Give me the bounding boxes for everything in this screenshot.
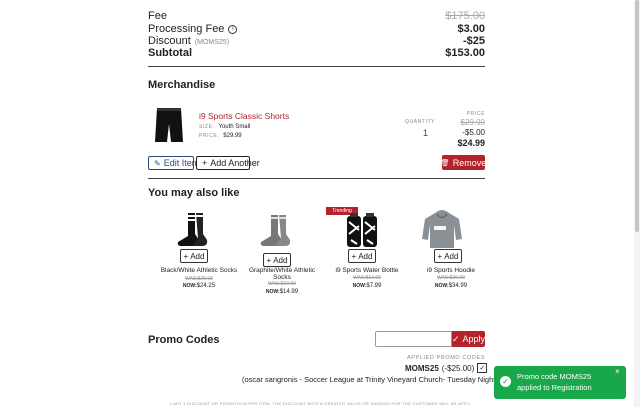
discount-amount: -$5.00 bbox=[462, 128, 485, 137]
product-was-price: WAS:$29.99 bbox=[185, 276, 213, 282]
subtotal-label: Subtotal bbox=[148, 47, 192, 59]
checkbox-icon[interactable]: ✓ bbox=[477, 363, 488, 373]
plus-icon: + bbox=[351, 251, 357, 261]
info-icon[interactable]: i bbox=[228, 24, 238, 34]
product-image[interactable] bbox=[258, 214, 294, 248]
size-label: SIZE: bbox=[199, 124, 215, 130]
discount-value: -$25 bbox=[462, 35, 485, 47]
fee-label: Fee bbox=[148, 10, 167, 22]
product-now-price: NOW:$14.99 bbox=[265, 289, 299, 295]
divider bbox=[148, 66, 485, 67]
plus-icon: + bbox=[266, 255, 272, 265]
product-name: i9 Sports Water Bottle bbox=[335, 267, 399, 274]
discount-row: Discount (MOMS25) bbox=[148, 35, 229, 47]
applied-amount: (-$25.00) bbox=[441, 363, 475, 373]
product-name: Black/White Athletic Socks bbox=[160, 267, 238, 274]
orig-price: $29.99 bbox=[460, 118, 485, 127]
plus-icon: + bbox=[437, 251, 443, 261]
product-was-price: WAS:$19.99 bbox=[268, 281, 296, 287]
size-row: SIZE: Youth Small bbox=[199, 124, 250, 130]
edit-item-button[interactable]: ✎ Edit Item bbox=[148, 156, 199, 170]
quantity-value: 1 bbox=[423, 128, 429, 138]
price-row: PRICE: $29.99 bbox=[199, 133, 242, 139]
add-another-button[interactable]: + Add Another bbox=[196, 156, 260, 170]
add-product-button[interactable]: + Add bbox=[180, 249, 208, 263]
promo-footer-note: LIMIT 1 DISCOUNT OR PROMOTION PER ITEM. … bbox=[170, 401, 470, 406]
product-was-price: WAS:$12.99 bbox=[353, 275, 381, 281]
product-image[interactable] bbox=[345, 212, 379, 248]
price-label: PRICE: bbox=[199, 133, 220, 139]
promo-title: Promo Codes bbox=[148, 334, 220, 346]
subtotal-value: $153.00 bbox=[445, 47, 485, 59]
applied-codes-label: APPLIED PROMO CODES bbox=[406, 355, 485, 361]
apply-button[interactable]: ✓ Apply bbox=[452, 331, 485, 347]
close-icon[interactable]: × bbox=[615, 367, 620, 376]
product-now-price: NOW:$7.99 bbox=[352, 283, 382, 289]
item-name-link[interactable]: i9 Sports Classic Shorts bbox=[199, 111, 289, 121]
product-name: i9 Sports Hoodie bbox=[426, 267, 476, 274]
size-value: Youth Small bbox=[218, 124, 251, 130]
pencil-icon: ✎ bbox=[154, 158, 161, 168]
applied-description: (oscar sangronis - Soccer League at Trin… bbox=[242, 375, 498, 384]
shorts-image[interactable] bbox=[154, 106, 184, 146]
check-icon: ✓ bbox=[451, 333, 460, 344]
price-col-label: PRICE bbox=[466, 111, 485, 117]
product-name: Graphite/White Athletic Socks bbox=[248, 267, 316, 281]
fee-value: $175.00 bbox=[445, 10, 485, 22]
discount-label: Discount bbox=[148, 35, 191, 47]
product-image[interactable] bbox=[174, 212, 210, 248]
merch-title: Merchandise bbox=[148, 79, 216, 91]
recommend-title: You may also like bbox=[148, 187, 240, 199]
scrollbar-thumb[interactable] bbox=[635, 0, 639, 232]
remove-button[interactable]: 🗑 Remove bbox=[440, 155, 486, 170]
check-circle-icon: ✓ bbox=[500, 376, 511, 387]
plus-icon: + bbox=[183, 251, 189, 261]
promo-code-input[interactable] bbox=[375, 331, 452, 347]
processing-fee-row: Processing Fee i bbox=[148, 23, 238, 35]
product-was-price: WAS:$39.99 bbox=[437, 275, 465, 281]
product-now-price: NOW:$34.99 bbox=[434, 283, 468, 289]
product-image[interactable] bbox=[421, 209, 463, 249]
add-product-button[interactable]: + Add bbox=[348, 249, 376, 263]
toast-message: Promo code MOMS25 applied to Registratio… bbox=[517, 372, 592, 392]
scrollbar-track[interactable] bbox=[634, 0, 640, 407]
quantity-label: QUANTITY bbox=[405, 119, 436, 125]
divider bbox=[148, 178, 485, 179]
applied-code: MOMS25 bbox=[405, 363, 439, 373]
final-price: $24.99 bbox=[457, 138, 485, 148]
discount-code: (MOMS25) bbox=[194, 39, 230, 46]
success-toast: ✓ Promo code MOMS25 applied to Registrat… bbox=[494, 366, 626, 399]
product-now-price: NOW:$24.25 bbox=[182, 283, 216, 289]
price-value: $29.99 bbox=[223, 133, 242, 139]
plus-icon: + bbox=[202, 158, 208, 168]
processing-fee-value: $3.00 bbox=[457, 23, 485, 35]
add-product-button[interactable]: + Add bbox=[434, 249, 462, 263]
add-product-button[interactable]: + Add bbox=[263, 253, 291, 267]
applied-code-row: MOMS25 (-$25.00) ✓ bbox=[405, 363, 488, 373]
processing-fee-label: Processing Fee bbox=[148, 23, 225, 35]
trash-icon: 🗑 bbox=[440, 159, 450, 167]
